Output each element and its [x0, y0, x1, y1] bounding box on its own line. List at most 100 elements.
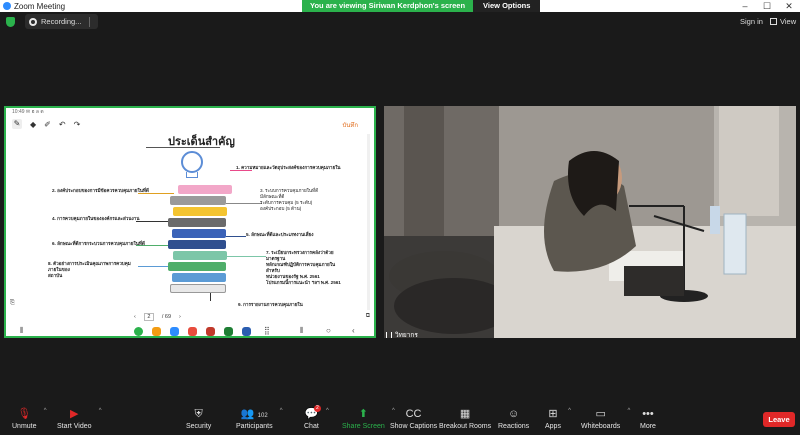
start-video-label: Start Video	[57, 423, 92, 430]
slide-item-7: 7. ระเบียบกระทรวงการคลังว่าด้วยมาตรฐาน ห…	[266, 250, 341, 285]
slide-item-6: 6. ลักษณะที่ดีการกระบวนการควบคุมภายในที่…	[52, 241, 145, 246]
app-icon-excel[interactable]	[224, 327, 233, 336]
chat-caret[interactable]: ^	[326, 408, 329, 414]
muted-mic-icon: 🎙	[17, 408, 32, 420]
title-underline	[146, 147, 220, 148]
minimize-button[interactable]: –	[734, 0, 756, 12]
participants-label: Participants	[236, 423, 273, 430]
shield-icon: ⛨	[194, 408, 203, 420]
slide-item-2: 2. องค์ประกอบของการมีข้อควรควบคุมภายในที…	[52, 188, 149, 193]
slide-scrollbar[interactable]	[367, 134, 370, 310]
apps-button[interactable]: ⊞ Apps ^	[545, 408, 571, 430]
window-controls: – ☐ ✕	[734, 0, 800, 12]
view-options-button[interactable]: View Options	[473, 0, 541, 12]
breakout-rooms-button[interactable]: ▦ Breakout Rooms	[439, 408, 491, 430]
slide-item-1: 1. ความหมายและวัตถุประสงค์ของการควบคุมภา…	[236, 165, 341, 170]
book-3	[173, 207, 227, 216]
slide-item-8: 8. ตัวอย่างการประเมินคุณภาพการควบคุมภายใ…	[48, 261, 131, 278]
audio-level-icon	[386, 332, 392, 338]
breakout-rooms-label: Breakout Rooms	[439, 423, 492, 430]
reactions-button[interactable]: ☺ Reactions	[498, 408, 529, 430]
security-button[interactable]: ⛨ Security	[186, 408, 211, 430]
participants-caret[interactable]: ^	[280, 408, 283, 414]
save-link[interactable]: บันทึก	[343, 120, 359, 130]
video-options-caret[interactable]: ^	[99, 408, 102, 414]
book-2	[170, 196, 226, 205]
video-frame	[384, 106, 796, 338]
more-button[interactable]: ••• More	[640, 408, 656, 430]
app-icon-word[interactable]	[242, 327, 251, 336]
start-video-button[interactable]: ▶ Start Video ^	[57, 408, 102, 430]
participant-video[interactable]	[384, 106, 796, 338]
audio-options-caret[interactable]: ^	[44, 408, 47, 414]
slide-item-3: 3. ระบบการควบคุมภายในที่ดี มีลักษณะที่ดี…	[260, 188, 319, 211]
app-icon-orange[interactable]	[152, 327, 161, 336]
participant-name: วิทยากร	[395, 332, 418, 339]
slide-item-9: 9. การรายงานการควบคุมภายใน	[238, 302, 303, 307]
chat-button[interactable]: 💬 2 Chat ^	[304, 405, 329, 430]
apps-caret[interactable]: ^	[568, 408, 571, 414]
connector	[226, 256, 266, 257]
more-label: More	[640, 423, 656, 430]
show-captions-button[interactable]: CC Show Captions	[390, 408, 437, 430]
page-total: / 69	[161, 314, 172, 320]
leave-button[interactable]: Leave	[763, 412, 795, 427]
slide-item-4: 4. การควบคุมภายในขององค์กรและส่วนงาน	[52, 216, 140, 221]
next-page-button[interactable]: ›	[179, 314, 181, 320]
participants-button[interactable]: 👥 102 Participants ^	[236, 408, 283, 430]
view-label: View	[780, 17, 797, 26]
book-5	[172, 229, 226, 238]
whiteboards-label: Whiteboards	[581, 423, 621, 430]
page-navigator: ‹ 2 / 69 ›	[134, 313, 181, 321]
view-button[interactable]: View	[770, 17, 796, 26]
app-icon-red[interactable]	[188, 327, 197, 336]
pen-icon[interactable]: ✎	[12, 119, 22, 129]
share-screen-button[interactable]: ⬆ Share Screen ^	[342, 408, 395, 430]
page-number-input[interactable]: 2	[143, 313, 154, 321]
book-1	[178, 185, 232, 194]
book-8	[168, 262, 226, 271]
chat-badge: 2	[314, 405, 321, 412]
participants-icon: 👥 102	[240, 408, 268, 420]
apps-icon: ⊞	[548, 408, 558, 420]
whiteboards-button[interactable]: ▭ Whiteboards ^	[581, 408, 630, 430]
slide-item-5: 5. ลักษณะที่ดีและประเภทงานเสี่ยง	[246, 232, 314, 237]
viewing-screen-message: You are viewing Siriwan Kerdphon's scree…	[302, 0, 474, 12]
recent-apps-icon[interactable]: ⦀	[20, 326, 24, 336]
whiteboards-caret[interactable]: ^	[627, 408, 630, 414]
maximize-button[interactable]: ☐	[756, 0, 778, 12]
chat-label: Chat	[304, 423, 319, 430]
app-icon-green[interactable]	[134, 327, 143, 336]
lightbulb-base	[186, 172, 198, 178]
recents-nav-icon[interactable]: ‹	[352, 326, 355, 335]
fullscreen-icon[interactable]: ⧉	[366, 313, 370, 320]
app-icon-pdf[interactable]	[206, 327, 215, 336]
shared-screen[interactable]: 10:49 ✉ ฮ ล ต ✎ ◆ ✐ ↶ ↷ บันทึก ประเด็นสำ…	[4, 106, 376, 338]
attachment-icon[interactable]: ⎘	[10, 300, 15, 307]
book-7	[173, 251, 227, 260]
highlighter-icon[interactable]: ◆	[30, 120, 36, 129]
presentation-slide: ประเด็นสำคัญ 1. ความหมายและวัตถุประสงค์ข…	[40, 128, 344, 328]
connector	[226, 203, 262, 204]
back-nav-icon[interactable]: ⦀	[300, 326, 304, 336]
book-9	[172, 273, 226, 282]
video-off-icon: ▶	[70, 408, 79, 420]
recording-indicator[interactable]: Recording...	[25, 14, 99, 29]
app-icon-blue[interactable]	[170, 327, 179, 336]
show-captions-label: Show Captions	[390, 423, 438, 430]
security-shield-icon[interactable]	[6, 17, 15, 27]
chat-icon: 💬 2	[304, 405, 321, 420]
share-screen-label: Share Screen	[342, 423, 385, 430]
connector	[138, 266, 168, 267]
more-dots-icon: •••	[642, 408, 654, 420]
unmute-button[interactable]: 🎙 Unmute ^	[12, 408, 47, 430]
grid-menu-icon[interactable]: ⣿	[264, 326, 270, 335]
recording-icon	[29, 17, 37, 26]
prev-page-button[interactable]: ‹	[134, 314, 136, 320]
close-button[interactable]: ✕	[778, 0, 800, 12]
participant-name-tag: วิทยากร	[386, 330, 418, 340]
sign-in-link[interactable]: Sign in	[740, 17, 763, 26]
security-label: Security	[186, 423, 212, 430]
home-nav-icon[interactable]: ○	[326, 326, 331, 335]
whiteboard-icon: ▭	[595, 408, 606, 420]
